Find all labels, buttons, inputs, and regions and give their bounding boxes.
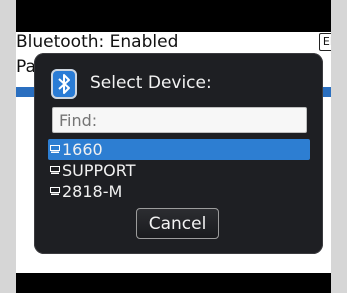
device-item[interactable]: 2818-M [48,181,310,202]
device-label: 2818-M [62,182,123,201]
cancel-button[interactable]: Cancel [136,208,219,239]
device-item[interactable]: SUPPORT [48,160,310,181]
paired-devices-row[interactable]: Pa [16,56,36,78]
bluetooth-icon [51,69,77,99]
bluetooth-status-title: Bluetooth: Enabled [16,32,179,52]
computer-icon [50,145,60,153]
dialog-title: Select Device: [90,73,212,93]
computer-icon [50,166,60,174]
language-badge: EN [319,33,331,51]
device-label: SUPPORT [62,161,136,180]
computer-icon [50,187,60,195]
device-label: 1660 [62,140,103,159]
device-list: 1660 SUPPORT 2818-M [48,139,310,202]
find-input[interactable] [52,107,307,133]
status-bar [16,0,331,32]
select-device-dialog: Select Device: 1660 SUPPORT 2818-M Cance… [34,53,323,254]
bottom-bar [16,273,331,293]
device-item[interactable]: 1660 [48,139,310,160]
